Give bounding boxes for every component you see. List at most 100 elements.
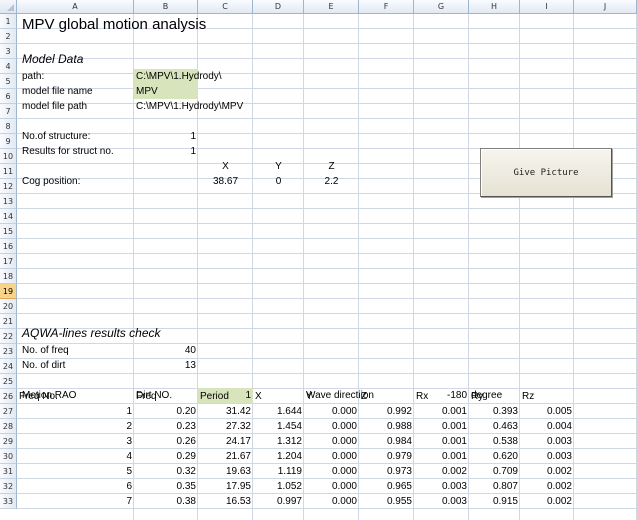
rao-table-cell[interactable]: 1.052 bbox=[253, 479, 304, 494]
no-of-dirt-label[interactable]: No. of dirt bbox=[20, 358, 67, 373]
column-header-b[interactable]: B bbox=[134, 0, 198, 14]
row-header-27[interactable]: 27 bbox=[0, 404, 17, 419]
rao-table-cell[interactable]: 0.955 bbox=[359, 494, 414, 509]
row-header-5[interactable]: 5 bbox=[0, 74, 17, 89]
rao-table-cell[interactable]: 1.204 bbox=[253, 449, 304, 464]
rao-table-cell[interactable]: 17.95 bbox=[198, 479, 253, 494]
row-header-18[interactable]: 18 bbox=[0, 269, 17, 284]
rao-header-cell[interactable]: Z bbox=[359, 389, 369, 404]
rao-table-cell[interactable]: 27.32 bbox=[198, 419, 253, 434]
select-all-corner[interactable] bbox=[0, 0, 17, 14]
results-for-struct-label[interactable]: Results for struct no. bbox=[20, 144, 116, 159]
row-header-28[interactable]: 28 bbox=[0, 419, 17, 434]
column-header-i[interactable]: I bbox=[520, 0, 574, 14]
cog-x-header[interactable]: X bbox=[198, 159, 253, 174]
row-header-31[interactable]: 31 bbox=[0, 464, 17, 479]
row-header-7[interactable]: 7 bbox=[0, 104, 17, 119]
results-for-struct-value[interactable]: 1 bbox=[134, 144, 198, 159]
row-header-6[interactable]: 6 bbox=[0, 89, 17, 104]
rao-table-cell[interactable]: 19.63 bbox=[198, 464, 253, 479]
rao-table-cell[interactable]: 0.32 bbox=[134, 464, 198, 479]
rao-table-cell[interactable]: 0.463 bbox=[469, 419, 520, 434]
rao-table-cell[interactable]: 1.454 bbox=[253, 419, 304, 434]
rao-table-cell[interactable]: 2 bbox=[17, 419, 134, 434]
row-header-21[interactable]: 21 bbox=[0, 314, 17, 329]
rao-table-cell[interactable]: 0.973 bbox=[359, 464, 414, 479]
rao-header-cell[interactable]: Ry bbox=[469, 389, 485, 404]
no-of-freq-label[interactable]: No. of freq bbox=[20, 343, 71, 358]
rao-table-cell[interactable]: 0.000 bbox=[304, 464, 359, 479]
model-file-path-label[interactable]: model file path bbox=[20, 99, 89, 114]
rao-table-cell[interactable]: 0.003 bbox=[520, 449, 574, 464]
sheet-title[interactable]: MPV global motion analysis bbox=[20, 15, 208, 34]
cog-y-header[interactable]: Y bbox=[253, 159, 304, 174]
model-file-name-value-cell[interactable]: MPV bbox=[134, 84, 198, 99]
no-of-freq-value[interactable]: 40 bbox=[134, 343, 198, 358]
rao-table-cell[interactable]: 0.004 bbox=[520, 419, 574, 434]
row-header-12[interactable]: 12 bbox=[0, 179, 17, 194]
row-header-14[interactable]: 14 bbox=[0, 209, 17, 224]
rao-table-cell[interactable]: 0.979 bbox=[359, 449, 414, 464]
rao-table-cell[interactable]: 3 bbox=[17, 434, 134, 449]
rao-table-cell[interactable]: 0.26 bbox=[134, 434, 198, 449]
cog-z-header[interactable]: Z bbox=[304, 159, 359, 174]
rao-table-cell[interactable]: 0.001 bbox=[414, 434, 469, 449]
column-header-a[interactable]: A bbox=[17, 0, 134, 14]
rao-table-cell[interactable]: 0.005 bbox=[520, 404, 574, 419]
rao-table-cell[interactable]: 0.000 bbox=[304, 419, 359, 434]
aqwa-heading[interactable]: AQWA-lines results check bbox=[20, 326, 163, 341]
rao-table-cell[interactable]: 4 bbox=[17, 449, 134, 464]
model-file-name-label[interactable]: model file name bbox=[20, 84, 95, 99]
rao-table-cell[interactable]: 0.915 bbox=[469, 494, 520, 509]
rao-table-cell[interactable]: 0.20 bbox=[134, 404, 198, 419]
row-header-10[interactable]: 10 bbox=[0, 149, 17, 164]
rao-table-cell[interactable]: 0.35 bbox=[134, 479, 198, 494]
model-data-heading[interactable]: Model Data bbox=[20, 52, 85, 67]
row-header-24[interactable]: 24 bbox=[0, 359, 17, 374]
cog-x-value[interactable]: 38.67 bbox=[198, 174, 253, 189]
row-header-11[interactable]: 11 bbox=[0, 164, 17, 179]
rao-header-cell[interactable]: Y bbox=[304, 389, 315, 404]
rao-table-cell[interactable]: 24.17 bbox=[198, 434, 253, 449]
rao-table-cell[interactable]: 0.538 bbox=[469, 434, 520, 449]
rao-table-cell[interactable]: 0.001 bbox=[414, 419, 469, 434]
rao-table-cell[interactable]: 0.997 bbox=[253, 494, 304, 509]
rao-table-cell[interactable]: 0.001 bbox=[414, 449, 469, 464]
row-header-20[interactable]: 20 bbox=[0, 299, 17, 314]
column-header-g[interactable]: G bbox=[414, 0, 469, 14]
no-of-structure-label[interactable]: No.of structure: bbox=[20, 129, 92, 144]
rao-table-cell[interactable]: 0.000 bbox=[304, 434, 359, 449]
row-header-22[interactable]: 22 bbox=[0, 329, 17, 344]
row-header-17[interactable]: 17 bbox=[0, 254, 17, 269]
row-header-29[interactable]: 29 bbox=[0, 434, 17, 449]
column-header-h[interactable]: H bbox=[469, 0, 520, 14]
rao-table-cell[interactable]: 0.38 bbox=[134, 494, 198, 509]
row-header-2[interactable]: 2 bbox=[0, 29, 17, 44]
row-header-16[interactable]: 16 bbox=[0, 239, 17, 254]
rao-table-cell[interactable]: 7 bbox=[17, 494, 134, 509]
row-header-30[interactable]: 30 bbox=[0, 449, 17, 464]
row-header-33[interactable]: 33 bbox=[0, 494, 17, 509]
rao-header-cell[interactable]: X bbox=[253, 389, 264, 404]
rao-table-cell[interactable]: 0.000 bbox=[304, 479, 359, 494]
rao-table-cell[interactable]: 0.393 bbox=[469, 404, 520, 419]
no-of-structure-value[interactable]: 1 bbox=[134, 129, 198, 144]
no-of-dirt-value[interactable]: 13 bbox=[134, 358, 198, 373]
rao-table-cell[interactable]: 16.53 bbox=[198, 494, 253, 509]
rao-table-cell[interactable]: 0.988 bbox=[359, 419, 414, 434]
row-header-26[interactable]: 26 bbox=[0, 389, 17, 404]
row-header-3[interactable]: 3 bbox=[0, 44, 17, 59]
column-header-c[interactable]: C bbox=[198, 0, 253, 14]
column-header-e[interactable]: E bbox=[304, 0, 359, 14]
cog-z-value[interactable]: 2.2 bbox=[304, 174, 359, 189]
rao-table-cell[interactable]: 1.644 bbox=[253, 404, 304, 419]
rao-table-cell[interactable]: 0.807 bbox=[469, 479, 520, 494]
model-file-path-value[interactable]: C:\MPV\1.Hydrody\MPV bbox=[134, 99, 245, 114]
row-header-32[interactable]: 32 bbox=[0, 479, 17, 494]
rao-table-cell[interactable]: 0.29 bbox=[134, 449, 198, 464]
rao-table-cell[interactable]: 1.312 bbox=[253, 434, 304, 449]
rao-table-cell[interactable]: 0.000 bbox=[304, 449, 359, 464]
row-header-23[interactable]: 23 bbox=[0, 344, 17, 359]
rao-table-cell[interactable]: 0.000 bbox=[304, 494, 359, 509]
rao-table-cell[interactable]: 31.42 bbox=[198, 404, 253, 419]
